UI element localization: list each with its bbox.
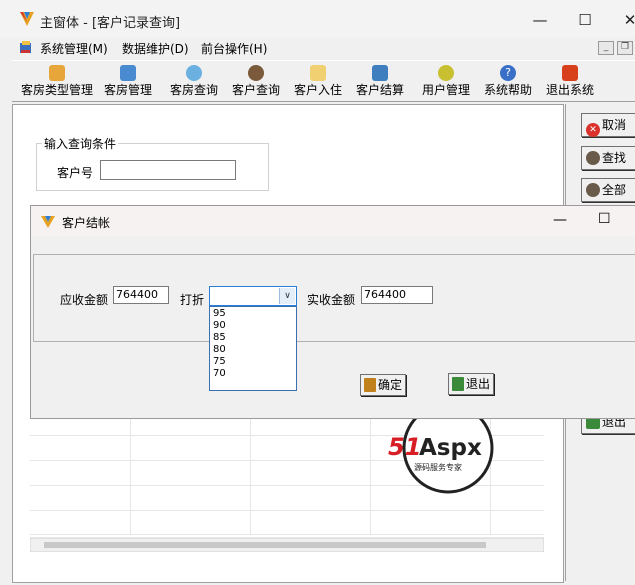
receivable-label: 应收金额	[60, 293, 109, 307]
checkout-dialog: 客户结帐 — ☐	[30, 205, 635, 419]
customer-no-label: 客户号	[57, 166, 94, 180]
all-label: 全部	[602, 183, 627, 197]
discount-option[interactable]: 90	[213, 320, 226, 332]
child-restore-button[interactable]: ❐	[617, 41, 633, 55]
svg-text:源码服务专家: 源码服务专家	[414, 462, 462, 472]
actual-amount-label: 实收金额	[307, 293, 356, 307]
discount-option[interactable]: 70	[213, 368, 226, 380]
dialog-exit-label: 退出	[466, 377, 491, 391]
tb-label: 客房查询	[169, 83, 218, 97]
receivable-input[interactable]	[113, 286, 169, 304]
actual-amount-input[interactable]	[361, 286, 433, 304]
discount-option[interactable]: 80	[213, 344, 226, 356]
cancel-icon: ✕	[586, 123, 600, 137]
svg-text:Aspx: Aspx	[419, 435, 482, 461]
calculator-icon	[372, 65, 388, 81]
find-button[interactable]: 查找	[581, 146, 635, 170]
discount-options-list: 95 90 85 80 75 70	[209, 306, 297, 391]
users-icon	[438, 65, 454, 81]
ok-button[interactable]: 确定	[360, 374, 407, 396]
menu-system-management[interactable]: 系统管理(M)	[40, 40, 108, 58]
tb-checkin-button[interactable]: 客户入住	[290, 63, 346, 99]
book-icon	[120, 65, 136, 81]
house-icon	[49, 65, 65, 81]
cancel-button[interactable]: ✕ 取消	[581, 113, 635, 137]
tb-label: 客房管理	[103, 83, 152, 97]
tb-room-query-button[interactable]: 客房查询	[166, 63, 222, 99]
dialog-exit-button[interactable]: 退出	[448, 373, 495, 395]
all-icon	[586, 183, 600, 197]
tb-room-type-button[interactable]: 客房类型管理	[17, 63, 97, 99]
menu-data-maintenance[interactable]: 数据维护(D)	[122, 40, 189, 58]
menu-bar: 系统管理(M) 数据维护(D) 前台操作(H)	[0, 38, 635, 60]
tb-label: 用户管理	[421, 83, 470, 97]
maximize-button[interactable]: ☐	[567, 8, 603, 32]
mdi-child-icon	[20, 41, 31, 53]
window-title: 主窗体 - [客户记录查询]	[40, 16, 181, 31]
tb-help-button[interactable]: ? 系统帮助	[480, 63, 536, 99]
main-window: 主窗体 - [客户记录查询] — ☐ ✕ 系统管理(M) 数据维护(D) 前台操…	[0, 0, 635, 585]
tb-exit-system-button[interactable]: 退出系统	[542, 63, 598, 99]
tb-label: 客房类型管理	[20, 83, 93, 97]
query-group-legend: 输入查询条件	[42, 135, 119, 152]
menu-front-desk[interactable]: 前台操作(H)	[201, 40, 267, 58]
tb-label: 客户入住	[293, 83, 342, 97]
discount-label: 打折	[180, 293, 205, 307]
find-icon	[586, 151, 600, 165]
svg-text:51: 51	[388, 433, 421, 461]
exit-door-icon	[452, 377, 464, 391]
title-bar: 主窗体 - [客户记录查询] — ☐ ✕	[0, 0, 635, 38]
help-icon: ?	[500, 65, 516, 81]
dialog-title-bar: 客户结帐 — ☐	[31, 206, 635, 236]
discount-option[interactable]: 75	[213, 356, 226, 368]
dialog-app-icon	[41, 216, 55, 228]
minimize-button[interactable]: —	[522, 8, 558, 32]
dialog-minimize-button[interactable]: —	[553, 212, 567, 228]
tb-label: 退出系统	[545, 83, 594, 97]
toolbar: 客房类型管理 客房管理 客房查询 客户查询 客户入住 客户结算 用户管理 ? 系	[12, 60, 635, 102]
power-icon	[562, 65, 578, 81]
tb-checkout-button[interactable]: 客户结算	[352, 63, 408, 99]
discount-select[interactable]: ∨	[209, 286, 297, 306]
magnifier-icon	[186, 65, 202, 81]
discount-option[interactable]: 85	[213, 332, 226, 344]
chevron-down-icon[interactable]: ∨	[279, 288, 295, 304]
all-button[interactable]: 全部	[581, 178, 635, 202]
clipboard-icon	[310, 65, 326, 81]
dialog-maximize-button[interactable]: ☐	[598, 211, 611, 227]
people-search-icon	[248, 65, 264, 81]
ok-door-icon	[364, 378, 376, 392]
tb-label: 客户查询	[231, 83, 280, 97]
tb-label: 系统帮助	[483, 83, 532, 97]
ok-label: 确定	[378, 378, 403, 392]
find-label: 查找	[602, 151, 627, 165]
close-button[interactable]: ✕	[612, 8, 635, 32]
tb-room-button[interactable]: 客房管理	[100, 63, 156, 99]
child-minimize-button[interactable]: _	[598, 41, 614, 55]
customer-no-input[interactable]	[100, 160, 236, 180]
tb-user-management-button[interactable]: 用户管理	[418, 63, 474, 99]
cancel-label: 取消	[602, 118, 627, 132]
discount-option[interactable]: 95	[213, 308, 226, 320]
tb-label: 客户结算	[355, 83, 404, 97]
tb-customer-query-button[interactable]: 客户查询	[228, 63, 284, 99]
app-logo-icon	[20, 12, 34, 26]
dialog-title: 客户结帐	[62, 216, 111, 230]
